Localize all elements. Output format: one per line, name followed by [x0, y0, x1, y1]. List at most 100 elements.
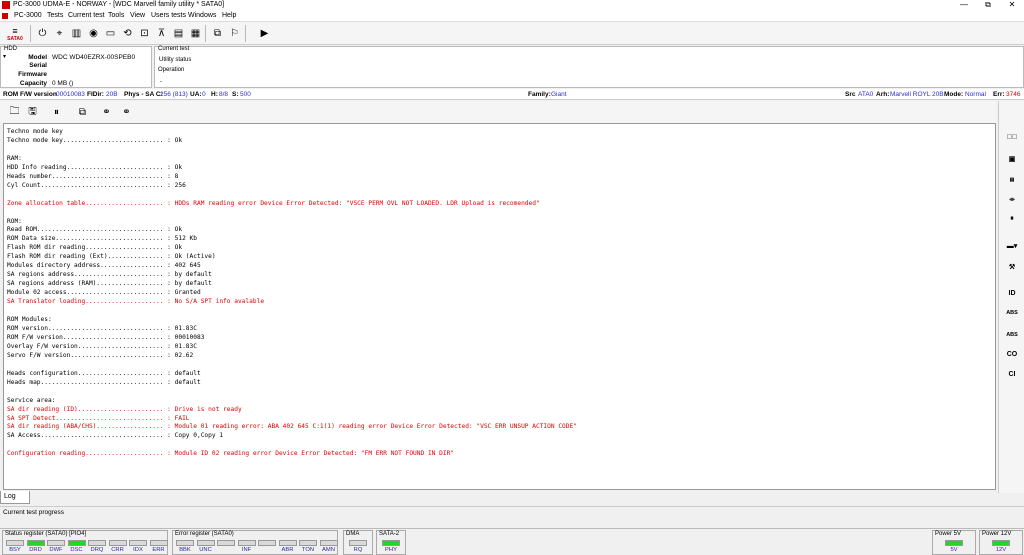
fidir-value: 20B	[106, 91, 118, 98]
led-label: DRD	[29, 547, 42, 553]
run-icon[interactable]: ⚐	[226, 25, 243, 42]
open-file-icon[interactable]: 🗀	[6, 104, 23, 121]
log-line: Overlay F/W version.....................…	[7, 342, 197, 350]
drive-info-icon[interactable]: ▯⃝	[1002, 129, 1022, 145]
drive-icon: ≡	[12, 25, 18, 36]
log-line: Heads map...............................…	[7, 378, 201, 386]
disk-icon[interactable]: ◉	[85, 25, 102, 42]
sata-group: SATA-2 PHY	[376, 530, 406, 555]
play-icon[interactable]: ▶	[256, 25, 273, 42]
mouse-icon[interactable]: ⌖	[51, 25, 68, 42]
toolbar-separator	[245, 25, 246, 42]
toolbar-separator	[30, 25, 31, 42]
power-icon[interactable]: ⏻	[34, 25, 51, 42]
log-line: Flash ROM dir reading...................…	[7, 244, 183, 252]
led-indicator	[176, 540, 194, 546]
current-test-label: Current test	[158, 46, 190, 52]
fidir-label: FIDir:	[87, 91, 104, 98]
minimize-button[interactable]: —	[954, 0, 974, 9]
port-icon[interactable]: ⊡	[136, 25, 153, 42]
chip-icon[interactable]: ▥	[68, 25, 85, 42]
led-indicator	[6, 540, 24, 546]
pause-icon[interactable]: ⏸	[1002, 211, 1022, 227]
tab-log[interactable]: Log	[0, 491, 30, 504]
modules-icon[interactable]: ▤	[1002, 172, 1022, 188]
menu-view[interactable]: View	[130, 12, 145, 19]
model-value: WDC WD40EZRX-00SPEB0	[52, 54, 136, 61]
drive-menu-icon[interactable]: ▬▾	[1002, 238, 1022, 254]
power-12v-group: Power 12V 12V	[979, 530, 1023, 555]
menu-users-tests[interactable]: Users tests	[151, 12, 186, 19]
co-button[interactable]: CO	[1002, 346, 1022, 362]
menu-tools[interactable]: Tools	[108, 12, 124, 19]
sata-port-button[interactable]: ≡ SATA0	[4, 25, 26, 42]
tools-icon[interactable]: ⚒	[1002, 259, 1022, 275]
led-label: DWF	[49, 547, 63, 553]
log-lines: Techno mode key Techno mode key..........…	[7, 128, 992, 459]
copy-icon[interactable]: ⧉	[209, 25, 226, 42]
id-button[interactable]: ID	[1002, 285, 1022, 301]
led-label: ERR	[152, 547, 165, 553]
capacity-value: 0 MB ()	[52, 80, 74, 87]
menu-app-icon	[2, 13, 8, 19]
drive-icon[interactable]: ▭	[102, 25, 119, 42]
src-value: ATA0	[858, 91, 874, 98]
log-line: Cyl Count...............................…	[7, 181, 186, 189]
menu-windows[interactable]: Windows	[188, 12, 216, 19]
restore-button[interactable]: ⧉	[978, 0, 998, 10]
main-toolbar: ≡ SATA0 ⏻ ⌖ ▥ ◉ ▭ ⟲ ⊡ ⊼ ▤ ▦ ⧉ ⚐ ▶	[0, 22, 1024, 45]
hdd-panel: HDD ▾ Model WDC WD40EZRX-00SPEB0 Serial …	[0, 46, 152, 88]
led-label: AMN	[322, 547, 335, 553]
log-toolbar: 🗀 🖫 ⏸ ⧉ ⚭ ⚭	[0, 101, 996, 123]
log-line: ROM F/W version.........................…	[7, 333, 205, 341]
menu-pc3000[interactable]: PC-3000	[14, 12, 42, 19]
led-indicator	[258, 540, 276, 546]
grid-icon[interactable]: ▦	[187, 25, 204, 42]
abs-chs-button[interactable]: ABS	[1002, 327, 1022, 343]
log-line: ROM Modules:	[7, 316, 52, 324]
led-indicator	[88, 540, 106, 546]
head-icon[interactable]: ⊼	[153, 25, 170, 42]
close-button[interactable]: ✕	[1002, 0, 1022, 9]
log-line: Module 02 access........................…	[7, 289, 201, 297]
current-test-progress: Current test progress	[0, 506, 1024, 518]
ua-label: UA:	[190, 91, 202, 98]
screen-icon[interactable]: ▣	[1002, 151, 1022, 167]
pause-icon[interactable]: ⏸	[48, 104, 65, 121]
window-title: PC-3000 UDMA-E - NORWAY - [WDC Marvell f…	[13, 1, 225, 8]
menu-tests[interactable]: Tests	[47, 12, 63, 19]
menu-help[interactable]: Help	[222, 12, 236, 19]
error-register-title: Error register (SATA0)	[175, 531, 234, 537]
menu-current-test[interactable]: Current test	[68, 12, 105, 19]
stripes-icon[interactable]: ▤	[170, 25, 187, 42]
log-line: Modules directory address...............…	[7, 262, 201, 270]
ci-button[interactable]: CI	[1002, 366, 1022, 382]
log-line: Flash ROM dir reading (Ext).............…	[7, 253, 216, 261]
status-register-title: Status register (SATA0) [PIO4]	[5, 531, 87, 537]
copy-icon[interactable]: ⧉	[74, 104, 91, 121]
led-indicator	[196, 540, 215, 546]
capacity-label: Capacity	[19, 80, 47, 87]
log-output[interactable]: Techno mode key Techno mode key..........…	[3, 123, 996, 490]
title-bar: PC-3000 UDMA-E - NORWAY - [WDC Marvell f…	[0, 0, 1024, 11]
led-label: BBK	[179, 547, 191, 553]
err-value: 3746	[1006, 91, 1021, 98]
arh-label: Arh:	[876, 91, 890, 98]
sync-icon[interactable]: ⟲	[119, 25, 136, 42]
probe-icon[interactable]: ⌯	[1002, 192, 1022, 208]
led-indicator	[319, 540, 338, 546]
log-line: Zone allocation table...................…	[7, 199, 540, 207]
led-indicator	[237, 540, 256, 546]
log-line: SA Access...............................…	[7, 432, 224, 440]
abs-button[interactable]: ABS	[1002, 305, 1022, 321]
log-line: SA Translator loading...................…	[7, 298, 265, 306]
app-icon	[2, 1, 10, 9]
binoculars-icon[interactable]: ⚭	[98, 104, 115, 121]
error-register-group: Error register (SATA0) BBK UNC INF ABR TON AM…	[172, 530, 338, 555]
find-next-icon[interactable]: ⚭	[118, 104, 135, 121]
led-label: PHY	[385, 547, 397, 553]
operation-label: Operation	[158, 67, 185, 73]
save-file-icon[interactable]: 🖫	[24, 104, 41, 121]
mode-label: Mode:	[944, 91, 964, 98]
